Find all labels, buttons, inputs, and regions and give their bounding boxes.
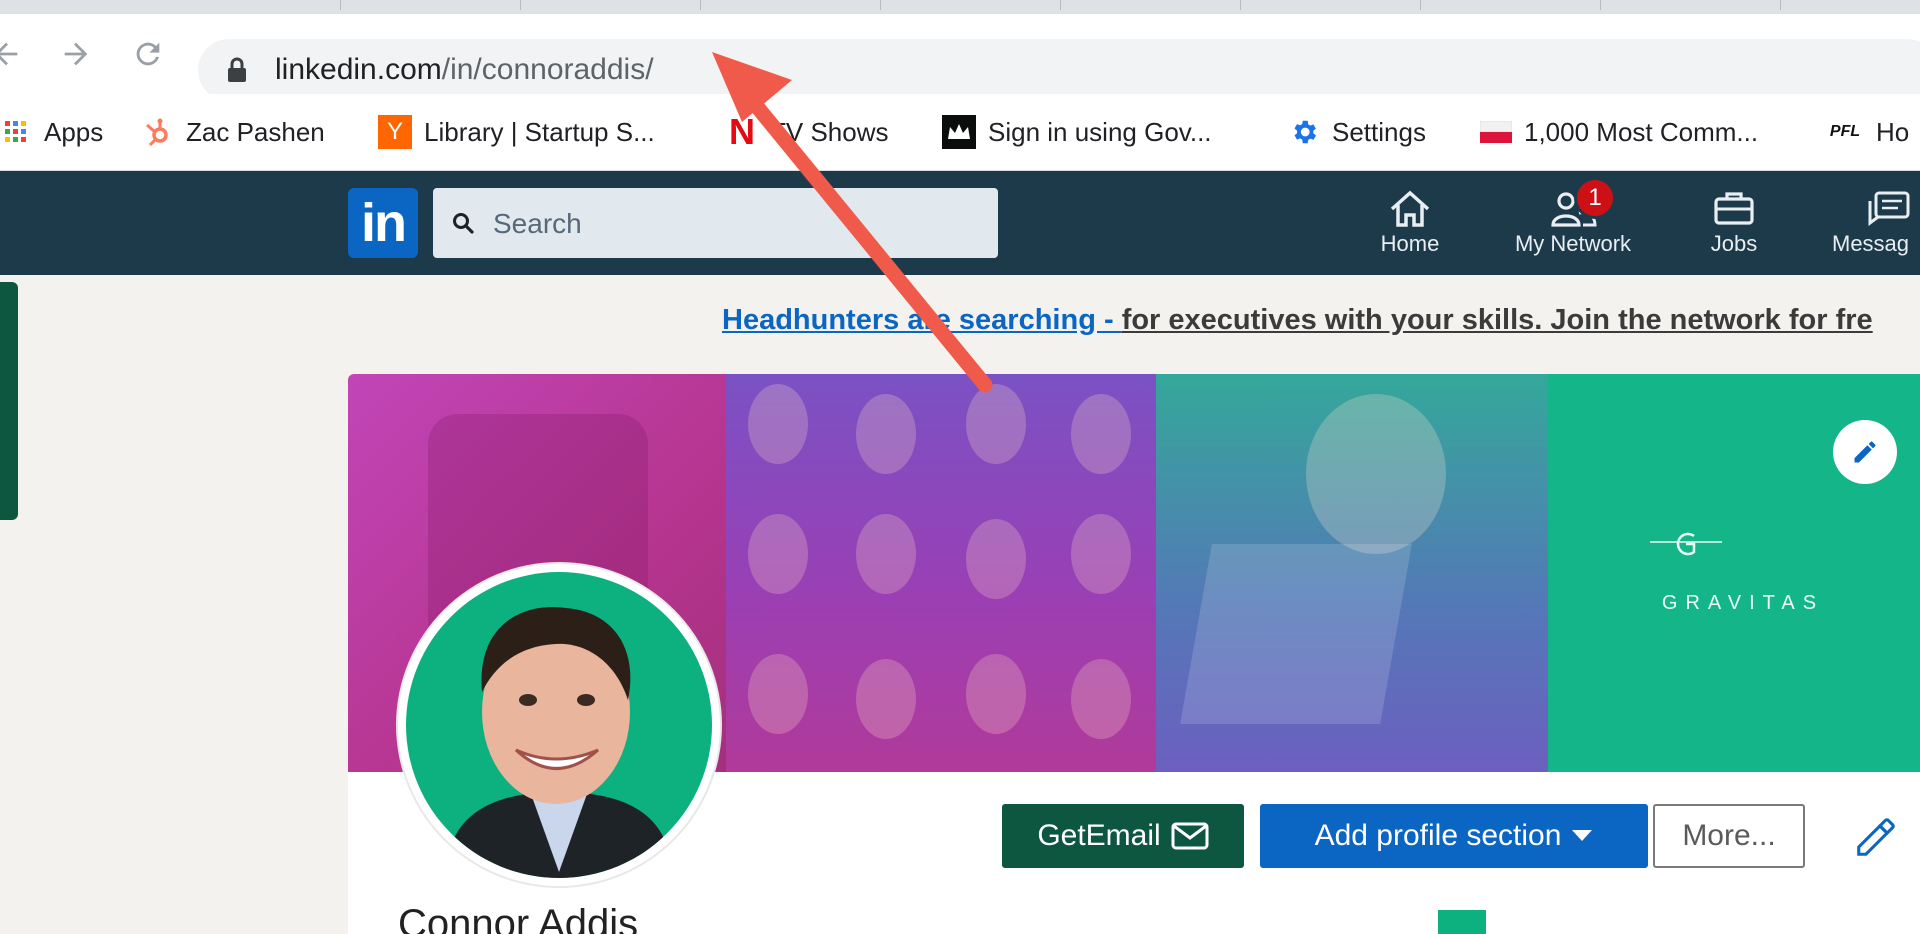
nav-home[interactable]: Home [1370, 177, 1450, 273]
promo-text: for executives with your skills. Join th… [1121, 304, 1873, 336]
nav-jobs[interactable]: Jobs [1694, 177, 1774, 273]
bookmarks-bar: Apps Zac Pashen Y Library | Startup S...… [0, 94, 1920, 171]
tab-separator [1780, 0, 1781, 10]
nav-my-network[interactable]: 1 My Network [1500, 177, 1646, 273]
promo-link[interactable]: Headhunters are searching - [722, 304, 1122, 336]
bookmark-label: Library | Startup S... [424, 116, 655, 147]
caret-down-icon [1572, 830, 1593, 841]
url-path: /in/connoraddis/ [441, 53, 654, 86]
bookmark-tv-shows[interactable]: N TV Shows [726, 111, 889, 152]
nav-messaging[interactable]: Messag [1826, 177, 1920, 273]
add-profile-section-label: Add profile section [1314, 819, 1562, 852]
search-icon [453, 213, 474, 234]
reload-icon [136, 42, 160, 66]
avatar-photo [406, 572, 712, 878]
envelope-icon [1171, 822, 1209, 850]
bookmark-sign-in-gov[interactable]: Sign in using Gov... [942, 112, 1212, 152]
home-icon [1390, 190, 1430, 227]
crown-icon [942, 115, 976, 149]
nav-label: Jobs [1710, 231, 1758, 256]
address-bar[interactable]: linkedin.com/in/connoraddis/ [198, 39, 1920, 101]
forward-arrow-icon [64, 42, 88, 66]
banner-panel-working [1156, 374, 1548, 772]
browser-toolbar: linkedin.com/in/connoraddis/ [0, 14, 1920, 101]
status-badge [1438, 910, 1486, 934]
tab-separator [1600, 0, 1601, 10]
lock-icon [228, 57, 246, 82]
bookmark-settings[interactable]: Settings [1288, 112, 1426, 152]
bookmark-label: Zac Pashen [186, 116, 325, 147]
pencil-icon [1854, 441, 1876, 463]
messaging-icon [1868, 191, 1910, 226]
profile-card: GRAVITAS GetEmail Add profile section Mo… [348, 374, 1920, 934]
bookmark-label: Apps [44, 116, 104, 147]
reload-button[interactable] [130, 36, 166, 72]
tab-separator [520, 0, 521, 10]
get-email-button[interactable]: GetEmail [1002, 804, 1244, 868]
back-button[interactable] [0, 36, 24, 72]
ycombinator-icon: Y [378, 115, 412, 149]
bookmark-library-startup[interactable]: Y Library | Startup S... [378, 112, 655, 152]
apps-grid-icon [0, 116, 32, 148]
edit-banner-button[interactable] [1833, 420, 1897, 484]
bookmark-label: Sign in using Gov... [988, 116, 1212, 147]
netflix-icon: N [729, 111, 755, 152]
get-email-label: GetEmail [1037, 819, 1161, 852]
tab-separator [1420, 0, 1421, 10]
notification-badge: 1 [1574, 177, 1616, 219]
bookmark-label: TV Shows [770, 116, 889, 147]
hubspot-icon [142, 116, 174, 148]
tab-separator [700, 0, 701, 10]
bookmark-label: Settings [1332, 116, 1426, 147]
nav-label: My Network [1514, 231, 1632, 256]
profile-name: Connor Addis [398, 902, 639, 934]
pencil-icon [1857, 818, 1895, 856]
bookmark-label: 1,000 Most Comm... [1524, 116, 1759, 147]
promo-banner: Headhunters are searching - for executiv… [722, 304, 1873, 337]
tab-separator [1240, 0, 1241, 10]
tab-separator [1060, 0, 1061, 10]
forward-button[interactable] [58, 36, 94, 72]
bookmark-zac-pashen[interactable]: Zac Pashen [142, 112, 325, 152]
linkedin-logo[interactable]: in [348, 188, 418, 258]
banner-brand-text: GRAVITAS [1661, 592, 1825, 614]
avatar[interactable] [398, 564, 720, 886]
tab-separator [880, 0, 881, 10]
search-input[interactable] [491, 188, 975, 260]
poland-flag-icon [1480, 116, 1512, 148]
bookmark-apps[interactable]: Apps [0, 112, 103, 152]
gear-icon [1288, 116, 1320, 148]
url-text: linkedin.com/in/connoraddis/ [275, 53, 654, 87]
pfl-icon: PFL [1829, 123, 1861, 140]
add-profile-section-button[interactable]: Add profile section [1260, 804, 1648, 868]
linkedin-navbar: in Home 1 My Network Jobs Messag [0, 171, 1920, 275]
gravitas-logo-icon [1650, 532, 1722, 556]
profile-photo-icon [446, 606, 672, 878]
briefcase-icon [1714, 192, 1754, 225]
banner-panel-faces [726, 374, 1156, 772]
side-extension-panel[interactable] [0, 282, 18, 520]
bookmark-1000-most-common[interactable]: 1,000 Most Comm... [1480, 112, 1758, 152]
edit-profile-button[interactable] [1853, 814, 1899, 860]
search-box[interactable] [433, 188, 998, 260]
tab-separator [340, 0, 341, 10]
url-domain: linkedin.com [275, 53, 442, 86]
more-label: More... [1682, 819, 1776, 852]
nav-label: Home [1380, 231, 1440, 256]
bookmark-pfl[interactable]: PFL Ho [1826, 112, 1909, 152]
nav-label: Messag [1832, 231, 1910, 256]
back-arrow-icon [0, 42, 18, 66]
more-button[interactable]: More... [1653, 804, 1805, 868]
bookmark-label: Ho [1876, 116, 1910, 147]
browser-tabstrip [0, 0, 1920, 14]
